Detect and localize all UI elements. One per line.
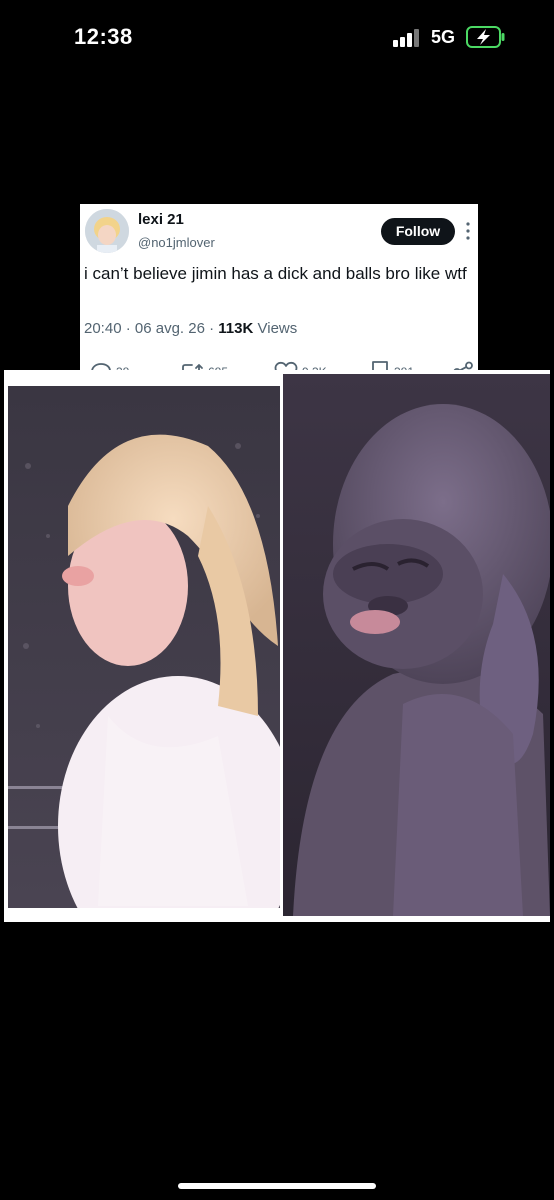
meta-separator: ·: [125, 320, 135, 337]
tweet-text: i can’t believe jimin has a dick and bal…: [84, 264, 467, 283]
network-type: 5G: [431, 27, 456, 47]
battery-icon: [466, 26, 505, 48]
display-name[interactable]: lexi 21: [138, 211, 184, 228]
status-time: 12:38: [74, 24, 133, 49]
signal-icon: [393, 29, 421, 47]
avatar[interactable]: [85, 209, 129, 253]
home-indicator[interactable]: [178, 1183, 376, 1189]
more-icon[interactable]: [466, 221, 470, 241]
user-handle[interactable]: @no1jmlover: [138, 235, 215, 250]
meta-separator: ·: [209, 320, 219, 337]
follow-button[interactable]: Follow: [381, 218, 455, 245]
tweet-meta: 20:40 · 06 avg. 26 · 113K Views: [84, 320, 297, 337]
status-bar: 12:38 5G: [0, 0, 554, 76]
tweet-date: 06 avg. 26: [134, 320, 205, 337]
views-label: Views: [257, 320, 298, 337]
tweet-time: 20:40: [84, 320, 122, 337]
meme-image: [4, 370, 550, 922]
views-count: 113K: [218, 320, 254, 337]
performer-photo: [8, 386, 280, 908]
tweet-card[interactable]: lexi 21 @no1jmlover Follow i can’t belie…: [80, 204, 478, 386]
gorilla-photo: [283, 374, 550, 916]
